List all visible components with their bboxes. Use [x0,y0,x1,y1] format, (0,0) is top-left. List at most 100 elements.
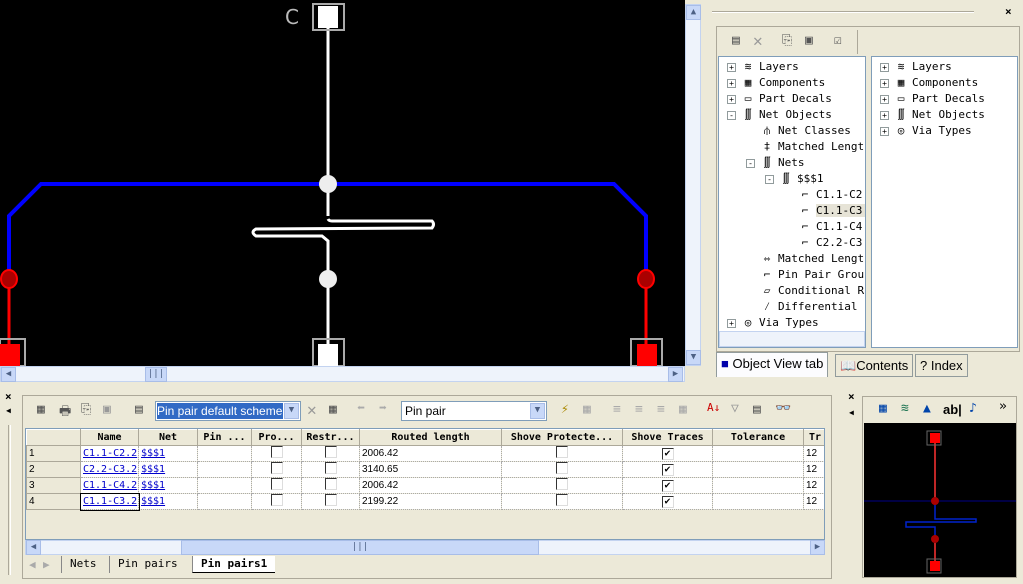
expand-icon[interactable]: + [880,62,889,72]
column-header[interactable]: Pin ... [197,429,252,446]
minimap-arrow-icon[interactable]: ◀ [849,408,854,417]
sort-icon[interactable]: A↓ [707,401,720,414]
dock-grip[interactable] [8,425,11,575]
copy-icon[interactable]: ⎘ [782,33,792,48]
sheet-prev-icon[interactable]: ◀ [29,558,36,571]
tree-item[interactable]: ⌐ C1.1-C3. [797,203,865,219]
tree-item[interactable]: - ∭ Nets [746,155,805,171]
tree-item[interactable]: ⁄ Differential P [759,299,865,315]
tree-item[interactable]: ⌐ C2.2-C3. [797,235,865,251]
tr-cell[interactable]: 12 [803,461,824,478]
tab-contents[interactable]: 📖Contents [835,354,914,377]
table-row[interactable]: 3 C1.1-C4.2 $$$1 2006.42 ✔ 12 [26,477,824,494]
forward-arrow-icon[interactable]: ➡ [379,401,387,416]
dock-close-icon[interactable]: × [5,390,12,403]
shove-protected-checkbox[interactable] [556,446,568,458]
route-icon[interactable]: ♪ [969,401,977,416]
expand-icon[interactable]: + [727,94,736,104]
name-cell[interactable]: C1.1-C2.2 [80,445,139,462]
restricted-checkbox[interactable] [324,446,337,458]
tree-item[interactable]: + ≋ Layers [880,59,952,75]
corner-header[interactable] [26,429,81,446]
tr-cell[interactable]: 12 [803,493,824,510]
properties-icon[interactable]: ☑ [834,33,842,48]
delete-scheme-icon[interactable]: ✕ [307,400,317,419]
name-cell[interactable]: C1.1-C3.2 [79,492,140,511]
shove-protected-checkbox[interactable] [556,494,568,506]
tolerance-cell[interactable] [712,461,804,478]
tree-item[interactable]: ⌐ C1.1-C2. [797,187,865,203]
column-header[interactable]: Pro... [251,429,302,446]
tree-item[interactable]: + ▭ Part Decals [880,91,985,107]
row-number[interactable]: 1 [26,445,81,462]
tree-item[interactable]: + ▦ Components [727,75,825,91]
tree-item[interactable]: ⇿ Matched Length [759,251,865,267]
object-type-select[interactable]: Pin pair ▼ [401,401,547,421]
net-link[interactable]: $$$1 [141,496,165,507]
scheme-properties-icon[interactable]: ▦ [329,402,337,417]
expand-icon[interactable]: + [880,78,889,88]
sheet-next-icon[interactable]: ▶ [43,558,50,571]
board-icon[interactable]: ▦ [879,401,887,416]
scroll-up-button[interactable]: ▲ [686,5,701,20]
restricted-checkbox[interactable] [324,494,337,506]
pin-pair-link[interactable]: C1.1-C4.2 [83,480,137,491]
routed-length-cell[interactable]: 2006.42 [359,477,502,494]
collapse-icon[interactable]: - [727,110,736,120]
column-header[interactable]: Routed length [359,429,502,446]
align-left-icon[interactable]: ≡ [613,402,621,417]
collapse-icon[interactable]: - [765,174,774,184]
filter-icon[interactable]: ▽ [731,401,739,416]
column-header[interactable]: Tolerance [712,429,804,446]
pin-pair-link[interactable]: C2.2-C3.2 [83,464,137,475]
shove-traces-checkbox[interactable]: ✔ [661,495,674,508]
print-icon[interactable]: 🖶 [59,402,71,424]
shove-protected-checkbox[interactable] [556,478,568,490]
net-cell[interactable]: $$$1 [138,461,198,478]
table-row[interactable]: 4 C1.1-C3.2 $$$1 2199.22 ✔ 12 [26,492,824,511]
tree-item[interactable]: + ≋ Layers [727,59,799,75]
object-tree-left[interactable]: + ≋ Layers + ▦ Components + ▭ Part Decals - ∭ Net O… [718,56,866,348]
pin-pair-link[interactable]: C1.1-C2.2 [83,448,137,459]
delete-icon[interactable]: ✕ [753,31,763,50]
scroll-thumb[interactable]: ||| [145,367,167,382]
export-icon[interactable]: ▦ [37,402,45,417]
table-row[interactable]: 1 C1.1-C2.2 $$$1 2006.42 ✔ 12 [26,445,824,462]
tree-item[interactable]: - ∭ $$$1 [765,171,824,187]
find-icon[interactable]: 👓 [775,401,791,416]
new-scheme-icon[interactable]: ▤ [135,402,143,417]
restricted-checkbox[interactable] [324,462,337,474]
net-cell[interactable]: $$$1 [138,477,198,494]
merge-icon[interactable]: ▦ [583,402,591,417]
tree-item[interactable]: + ▭ Part Decals [727,91,832,107]
tolerance-cell[interactable] [712,493,804,510]
net-cell[interactable]: $$$1 [138,493,198,510]
tree-item[interactable]: - ∭ Net Objects [727,107,832,123]
net-link[interactable]: $$$1 [141,480,165,491]
tree-item[interactable]: ‡ Matched Length [759,139,865,155]
canvas-vertical-scrollbar[interactable] [685,4,701,366]
scroll-down-button[interactable]: ▼ [686,350,701,365]
expand-icon[interactable]: + [880,126,889,136]
shove-traces-checkbox[interactable]: ✔ [661,463,674,476]
protected-checkbox[interactable] [270,462,283,474]
grid-horizontal-scrollbar[interactable]: ◀ ||| ▶ [25,540,825,555]
collapse-icon[interactable]: - [746,158,755,168]
tree-horizontal-scrollbar[interactable] [719,331,865,347]
align-right-icon[interactable]: ≡ [657,402,665,417]
protected-checkbox[interactable] [270,494,283,506]
protected-checkbox[interactable] [270,446,283,458]
column-header[interactable]: Shove Protecte... [501,429,623,446]
layers-icon[interactable]: ≋ [901,401,909,416]
tr-cell[interactable]: 12 [803,445,824,462]
shapes-icon[interactable]: ▲ [923,401,931,416]
tolerance-cell[interactable] [712,445,804,462]
canvas-horizontal-scrollbar[interactable] [0,366,685,382]
column-chooser-icon[interactable]: ▤ [753,402,761,417]
shove-traces-checkbox[interactable]: ✔ [661,479,674,492]
routed-length-cell[interactable]: 3140.65 [359,461,502,478]
expand-icon[interactable]: + [880,110,889,120]
scheme-select[interactable]: Pin pair default scheme ▼ [155,401,301,421]
tree-item[interactable]: + ▦ Components [880,75,978,91]
column-header[interactable]: Net [138,429,198,446]
